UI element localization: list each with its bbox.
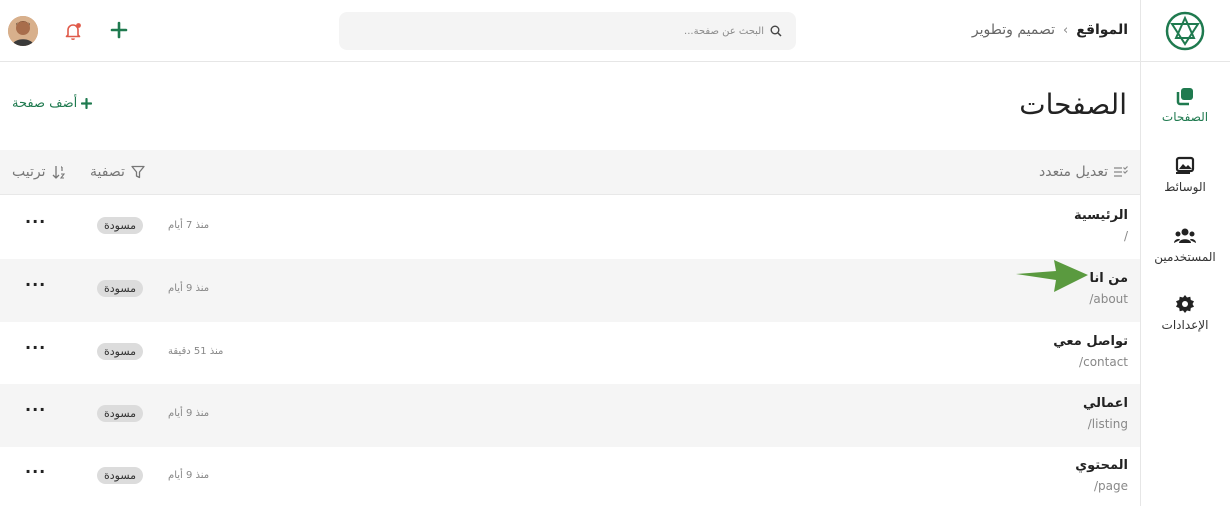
filter-label: تصفية [90, 164, 125, 180]
plus-icon [81, 98, 93, 109]
sort-label: ترتيب [12, 164, 46, 180]
rail-item-pages[interactable]: الصفحات [1140, 86, 1230, 124]
rail-item-settings[interactable]: الإعدادات [1140, 294, 1230, 332]
status-badge: مسودة [97, 343, 144, 360]
bulk-edit-button[interactable]: تعديل متعدد [1039, 164, 1128, 180]
user-photo-icon [8, 16, 38, 46]
rail-label-media: الوسائط [1164, 180, 1206, 194]
pages-icon [1176, 88, 1193, 106]
page-updated: منذ 9 أيام [168, 470, 210, 481]
search-input[interactable] [644, 25, 764, 37]
sort-icon [52, 166, 65, 179]
page-updated: منذ 7 أيام [168, 220, 210, 231]
rail-item-users[interactable]: المستخدمين [1140, 226, 1230, 264]
rail-label-users: المستخدمين [1154, 250, 1216, 264]
page-slug: /contact [1079, 355, 1128, 369]
breadcrumb-root[interactable]: المواقع [1076, 22, 1128, 38]
status-badge: مسودة [97, 405, 144, 422]
bulk-edit-label: تعديل متعدد [1038, 164, 1108, 180]
checklist-icon [1114, 166, 1128, 177]
images-icon [1175, 156, 1195, 174]
rail-label-pages: الصفحات [1161, 110, 1209, 124]
row-menu-button[interactable]: ··· [25, 462, 46, 481]
search-box[interactable] [339, 12, 796, 50]
page-title: الصفحات [1019, 88, 1127, 121]
add-icon[interactable] [108, 19, 130, 41]
table-row[interactable]: من انا /about منذ 9 أيام مسودة ··· [0, 259, 1140, 322]
users-icon [1174, 228, 1196, 243]
page-updated: منذ 9 أيام [168, 408, 210, 419]
page-slug: /listing [1087, 417, 1128, 431]
rail-item-media[interactable]: الوسائط [1140, 156, 1230, 194]
side-rail: الصفحات الوسائط المستخدمين الإعدادات [1140, 0, 1230, 506]
page-slug: / [1123, 229, 1128, 243]
page-name[interactable]: من انا [1090, 271, 1129, 286]
app-logo[interactable] [1140, 0, 1230, 62]
sort-button[interactable]: ترتيب [12, 164, 66, 180]
rail-label-settings: الإعدادات [1161, 318, 1209, 332]
logo-icon [1165, 11, 1205, 50]
page-name[interactable]: المحتوي [1075, 458, 1128, 473]
breadcrumb-separator: › [1063, 22, 1069, 38]
breadcrumb: المواقع › تصميم وتطوير [972, 22, 1128, 38]
table-row[interactable]: الرئيسية / منذ 7 أيام مسودة ··· [0, 196, 1140, 259]
breadcrumb-current: تصميم وتطوير [971, 22, 1056, 38]
row-menu-button[interactable]: ··· [25, 212, 46, 231]
page-slug: /page [1093, 479, 1128, 493]
annotation-arrow-icon [1016, 260, 1088, 292]
page-slug: /about [1089, 292, 1128, 306]
add-page-button[interactable]: أضف صفحة [12, 96, 93, 111]
page-updated: منذ 51 دقيقة [168, 346, 224, 357]
page-name[interactable]: اعمالي [1083, 396, 1128, 411]
avatar[interactable] [8, 16, 38, 46]
list-toolbar: تعديل متعدد تصفية ترتيب [0, 150, 1140, 195]
bell-icon[interactable] [62, 20, 84, 42]
top-bar: المواقع › تصميم وتطوير [0, 0, 1140, 62]
page-name[interactable]: الرئيسية [1074, 208, 1128, 223]
page-name[interactable]: تواصل معي [1053, 334, 1128, 349]
table-row[interactable]: اعمالي /listing منذ 9 أيام مسودة ··· [0, 384, 1140, 447]
status-badge: مسودة [97, 280, 144, 297]
table-row[interactable]: المحتوي /page منذ 9 أيام مسودة ··· [0, 446, 1140, 506]
row-menu-button[interactable]: ··· [25, 275, 46, 294]
status-badge: مسودة [97, 217, 144, 234]
filter-icon [131, 165, 145, 179]
table-row[interactable]: تواصل معي /contact منذ 51 دقيقة مسودة ··… [0, 322, 1140, 385]
row-menu-button[interactable]: ··· [25, 400, 46, 419]
row-menu-button[interactable]: ··· [25, 338, 46, 357]
filter-button[interactable]: تصفية [90, 164, 145, 180]
add-page-label: أضف صفحة [12, 96, 78, 111]
page-updated: منذ 9 أيام [168, 283, 210, 294]
status-badge: مسودة [97, 467, 144, 484]
gear-icon [1176, 295, 1194, 313]
search-icon [770, 25, 782, 37]
